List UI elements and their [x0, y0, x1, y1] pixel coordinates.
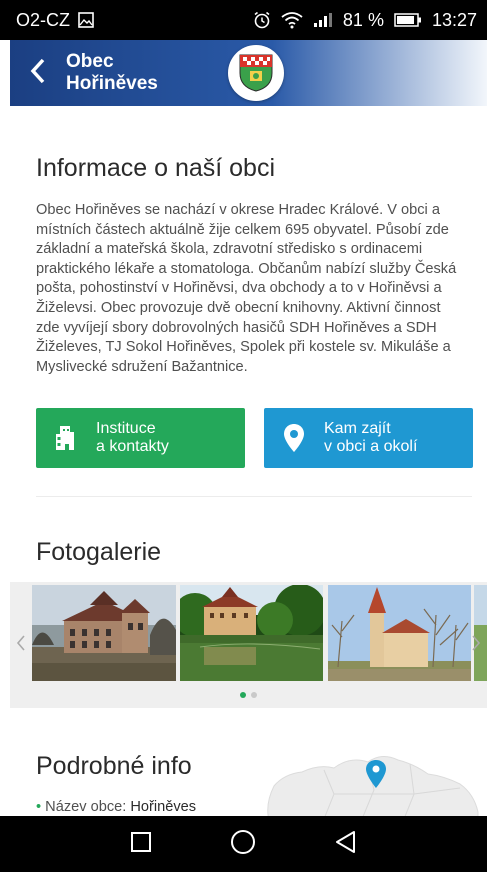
back-triangle-icon: [334, 830, 358, 859]
app-bar: Obec Hořiněves: [10, 40, 487, 106]
location-pin-icon: [264, 408, 324, 468]
title-line-2: Hořiněves: [66, 73, 158, 94]
recent-apps-icon: [130, 831, 152, 858]
details-section-title: Podrobné info: [36, 752, 192, 780]
detail-label: Název obce:: [45, 799, 127, 815]
system-nav-bar: [0, 816, 487, 872]
institutions-contacts-button[interactable]: Instituce a kontakty: [36, 408, 245, 468]
status-bar: O2-CZ 81 % 13:27: [0, 0, 487, 40]
battery-icon: [394, 13, 422, 27]
title-line-1: Obec: [66, 51, 114, 72]
municipality-emblem: [228, 45, 284, 101]
chevron-right-icon: [471, 632, 481, 658]
system-back-button[interactable]: [321, 819, 371, 869]
gallery-photo-pond[interactable]: [180, 585, 323, 681]
gallery-dot-1[interactable]: [240, 692, 246, 698]
info-paragraph: Obec Hořiněves se nachází v okrese Hrade…: [36, 202, 457, 375]
chevron-left-icon: [16, 632, 26, 658]
places-button-label: Kam zajít v obci a okolí: [324, 420, 418, 455]
clock: 13:27: [431, 9, 477, 30]
recent-apps-button[interactable]: [116, 819, 166, 869]
gallery-next-button[interactable]: [465, 582, 487, 708]
carrier-name: O2-CZ: [16, 9, 70, 30]
gallery-pagination: [10, 692, 487, 698]
bullet: •: [36, 799, 46, 815]
home-icon: [230, 829, 256, 860]
info-section-title: Informace o naší obci: [36, 154, 276, 182]
home-button[interactable]: [218, 819, 268, 869]
divider: [36, 496, 472, 497]
content-area[interactable]: Informace o naší obci Obec Hořiněves se …: [0, 106, 487, 816]
photo-gallery[interactable]: [10, 582, 487, 708]
page-title: Obec Hořiněves: [66, 51, 206, 95]
back-button[interactable]: [10, 40, 66, 106]
alarm-icon: [253, 11, 271, 29]
gallery-photo-chateau[interactable]: [32, 585, 176, 681]
detail-value: Hořiněves: [130, 799, 197, 815]
region-map[interactable]: [264, 734, 484, 816]
image-icon: [78, 12, 94, 28]
gallery-photo-church[interactable]: [328, 585, 471, 681]
gallery-section-title: Fotogalerie: [36, 538, 162, 566]
gallery-prev-button[interactable]: [10, 582, 32, 708]
gallery-dot-2[interactable]: [251, 692, 257, 698]
wifi-icon: [281, 11, 303, 29]
places-to-go-button[interactable]: Kam zajít v obci a okolí: [264, 408, 473, 468]
detail-municipality-name: • Název obce: Hořiněves: [36, 799, 196, 815]
institutions-button-label: Instituce a kontakty: [96, 420, 169, 455]
signal-icon: [313, 12, 333, 28]
chevron-left-icon: [30, 58, 46, 89]
building-icon: [36, 408, 96, 468]
battery-percent: 81 %: [342, 9, 384, 30]
